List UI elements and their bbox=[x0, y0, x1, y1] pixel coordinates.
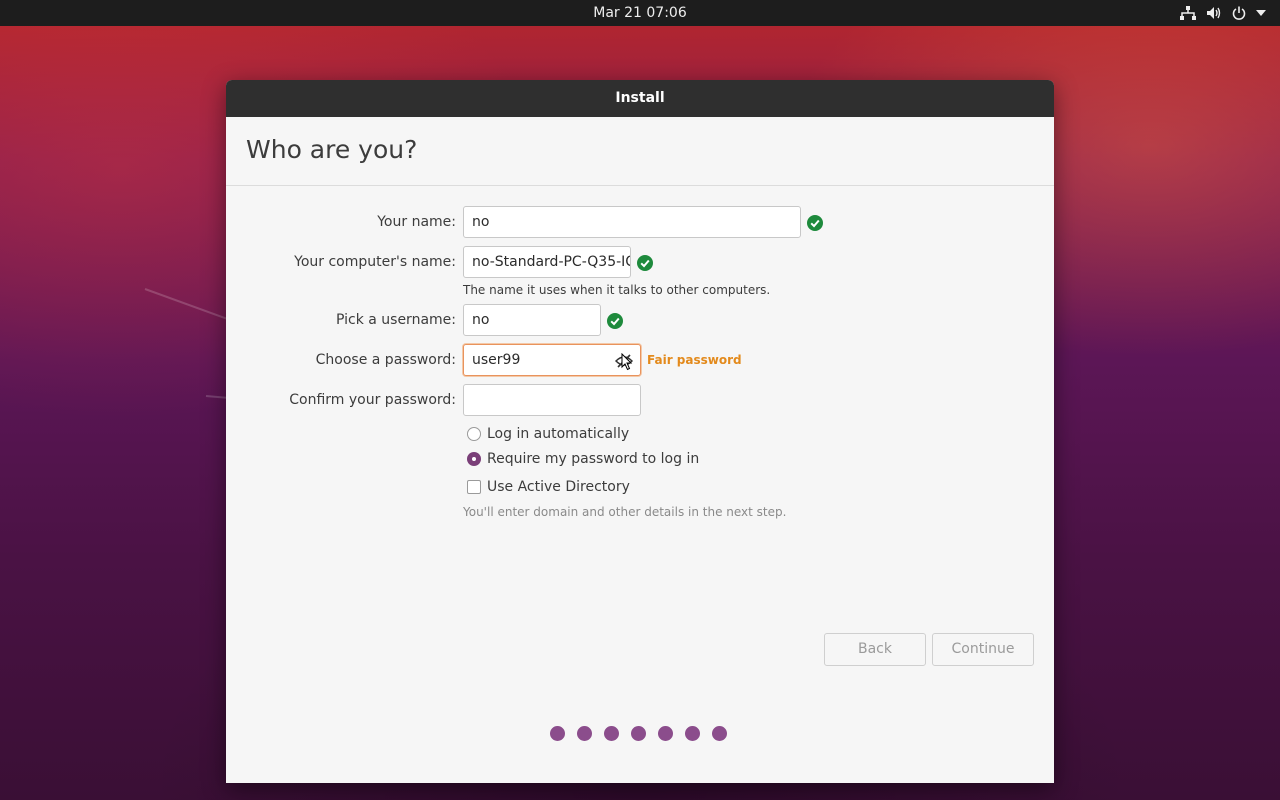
computer-name-label: Your computer's name: bbox=[294, 254, 456, 270]
power-icon[interactable] bbox=[1232, 6, 1246, 20]
chevron-down-icon[interactable] bbox=[1256, 10, 1266, 16]
password-strength: Fair password bbox=[647, 353, 742, 367]
page-title: Who are you? bbox=[246, 135, 418, 164]
progress-dot bbox=[658, 726, 673, 741]
progress-dot bbox=[685, 726, 700, 741]
window-title[interactable]: Install bbox=[226, 80, 1054, 117]
login-automatically-radio[interactable] bbox=[467, 427, 481, 441]
name-label: Your name: bbox=[377, 214, 456, 230]
continue-button[interactable]: Continue bbox=[932, 633, 1034, 666]
computer-name-hint: The name it uses when it talks to other … bbox=[463, 283, 771, 297]
username-field[interactable]: no bbox=[463, 304, 601, 336]
installer-window: Install Who are you? Your name: no Your … bbox=[226, 80, 1054, 783]
system-tray[interactable] bbox=[1180, 0, 1266, 26]
mouse-cursor-icon bbox=[621, 352, 633, 375]
require-password-label[interactable]: Require my password to log in bbox=[487, 451, 699, 467]
name-valid-icon bbox=[807, 215, 823, 231]
username-valid-icon bbox=[607, 313, 623, 329]
page-header: Who are you? bbox=[226, 117, 1054, 186]
password-label: Choose a password: bbox=[315, 352, 456, 368]
computer-name-field[interactable]: no-Standard-PC-Q35-IC bbox=[463, 246, 631, 278]
name-field[interactable]: no bbox=[463, 206, 801, 238]
active-directory-checkbox[interactable] bbox=[467, 480, 481, 494]
top-bar: Mar 21 07:06 bbox=[0, 0, 1280, 26]
network-icon[interactable] bbox=[1180, 6, 1196, 20]
require-password-radio[interactable] bbox=[467, 452, 481, 466]
confirm-password-field[interactable] bbox=[463, 384, 641, 416]
progress-dot bbox=[577, 726, 592, 741]
username-label: Pick a username: bbox=[335, 312, 456, 328]
login-automatically-label[interactable]: Log in automatically bbox=[487, 426, 629, 442]
active-directory-hint: You'll enter domain and other details in… bbox=[463, 505, 787, 519]
progress-dots bbox=[550, 726, 727, 741]
progress-dot bbox=[550, 726, 565, 741]
back-button[interactable]: Back bbox=[824, 633, 926, 666]
computer-name-valid-icon bbox=[637, 255, 653, 271]
active-directory-label[interactable]: Use Active Directory bbox=[487, 479, 630, 495]
progress-dot bbox=[631, 726, 646, 741]
progress-dot bbox=[604, 726, 619, 741]
progress-dot bbox=[712, 726, 727, 741]
confirm-password-label: Confirm your password: bbox=[289, 392, 456, 408]
volume-icon[interactable] bbox=[1206, 6, 1222, 20]
clock[interactable]: Mar 21 07:06 bbox=[0, 0, 1280, 26]
